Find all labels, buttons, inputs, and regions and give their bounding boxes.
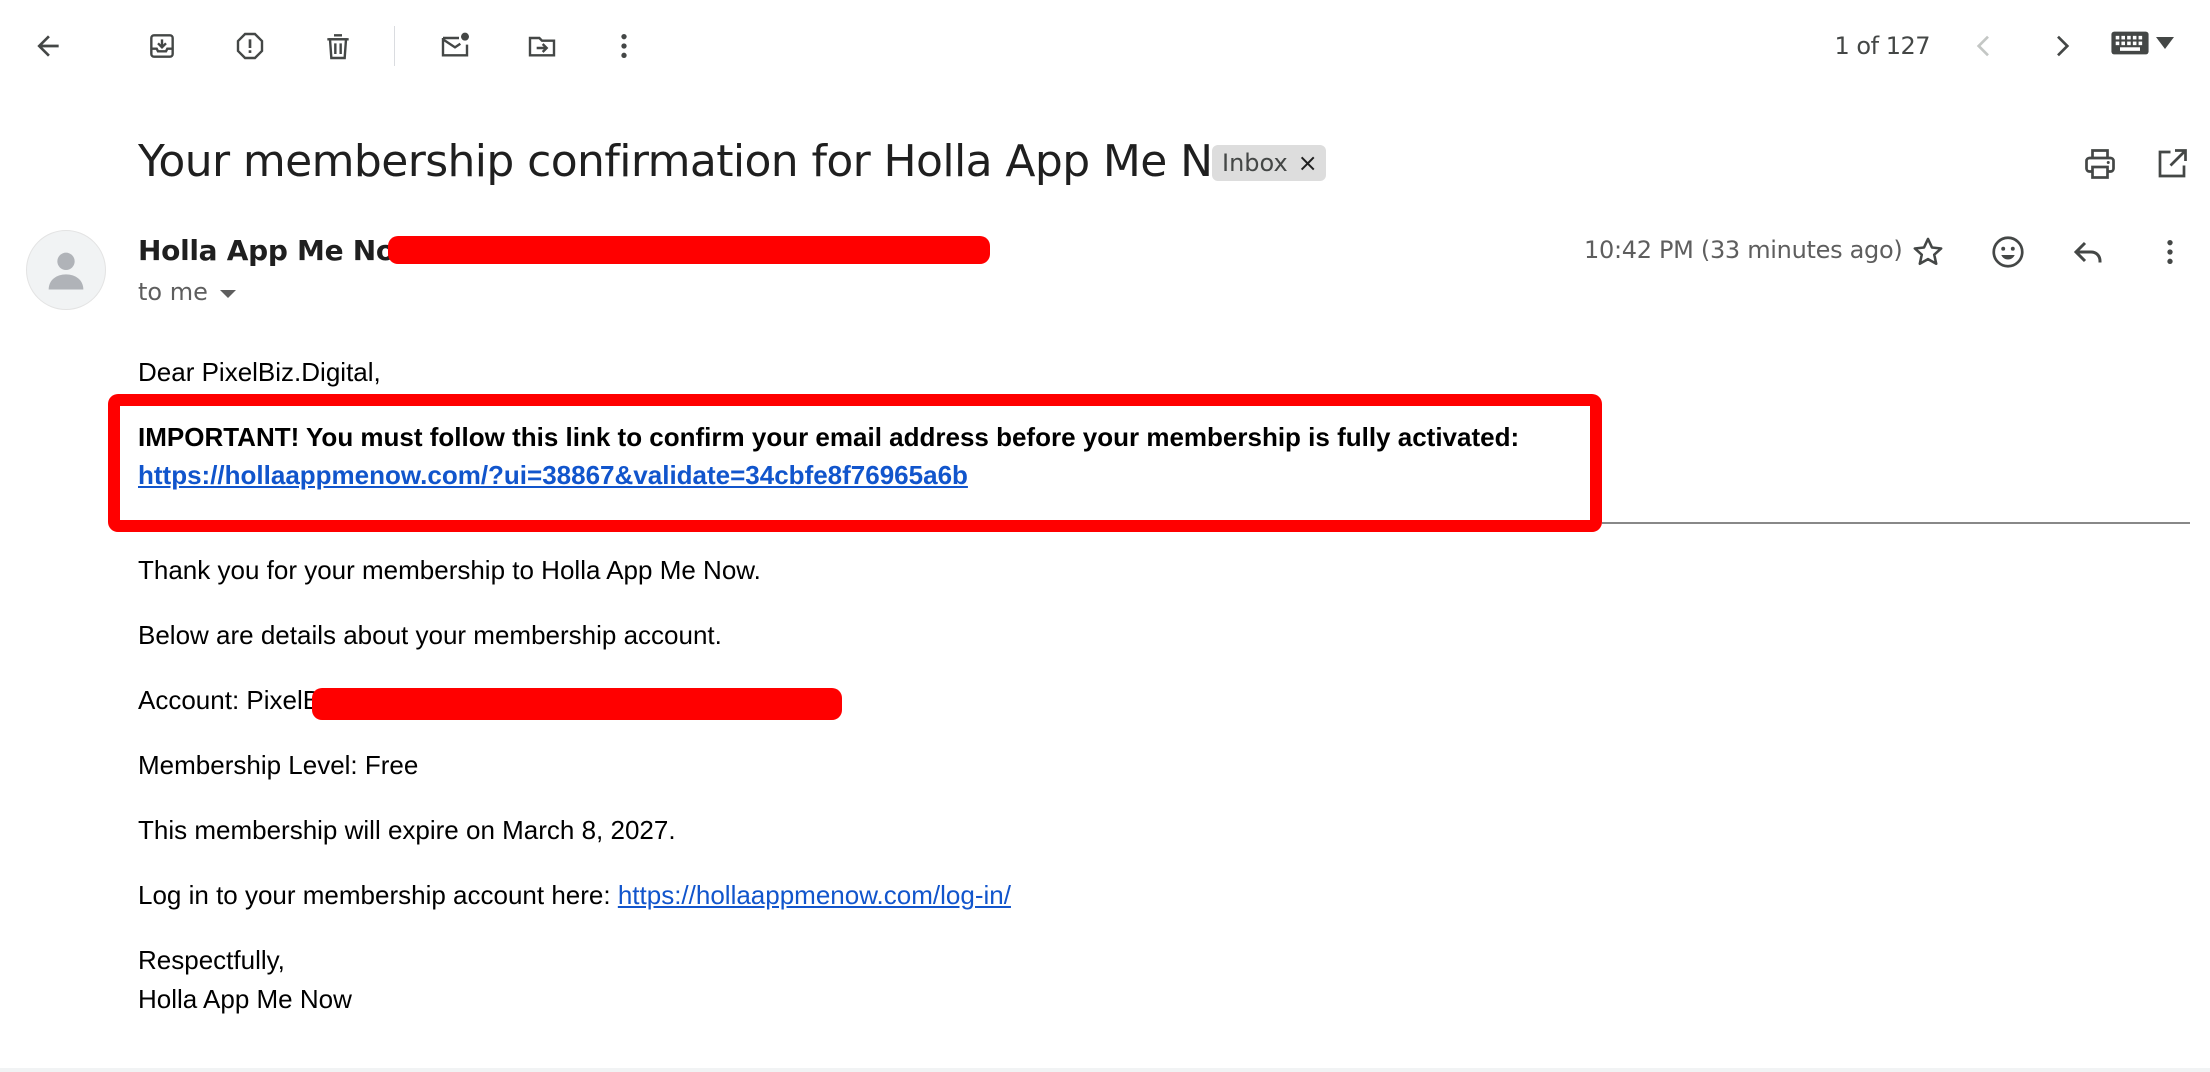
message-toolbar: 1 of 127 (0, 0, 2210, 92)
login-link[interactable]: https://hollaappmenow.com/log-in/ (618, 880, 1011, 910)
toolbar-divider (394, 26, 395, 66)
person-icon (48, 252, 84, 290)
external-link-icon (2158, 149, 2187, 178)
add-reaction-button[interactable] (1984, 228, 2032, 276)
recipient-line[interactable]: to me (138, 276, 236, 308)
chevron-down-icon (2156, 37, 2174, 49)
signoff: Respectfully, (138, 945, 285, 975)
star-icon (1913, 237, 1943, 266)
back-button[interactable] (26, 24, 70, 68)
inbox-label-chip[interactable]: Inbox × (1212, 145, 1326, 181)
sender-avatar[interactable] (26, 230, 106, 310)
email-subject: Your membership confirmation for Holla A… (138, 136, 1275, 187)
keyboard-icon (2111, 31, 2149, 55)
chevron-right-icon (2057, 35, 2070, 57)
arrow-left-icon (37, 35, 59, 57)
report-spam-button[interactable] (228, 24, 272, 68)
vertical-dots-icon (2167, 240, 2173, 264)
login-line: Log in to your membership account here: … (138, 877, 1011, 913)
archive-button[interactable] (140, 24, 184, 68)
older-button[interactable] (2040, 24, 2084, 68)
account-line: Account: PixelB (138, 685, 321, 715)
sender-name[interactable]: Holla App Me Now (138, 232, 421, 270)
report-spam-icon (236, 32, 264, 60)
delete-button[interactable] (316, 24, 360, 68)
more-actions-button[interactable] (602, 24, 646, 68)
print-button[interactable] (2078, 142, 2122, 186)
redaction-sender-email (388, 236, 990, 264)
reply-icon (2073, 241, 2102, 263)
message-more-button[interactable] (2146, 228, 2194, 276)
show-details-icon[interactable] (219, 290, 236, 298)
important-notice: IMPORTANT! You must follow this link to … (138, 422, 1520, 452)
login-prefix: Log in to your membership account here: (138, 880, 618, 910)
message-timestamp: 10:42 PM (33 minutes ago) (1584, 236, 1903, 264)
horizontal-rule (1602, 522, 2190, 524)
label-text: Inbox (1222, 149, 1288, 177)
newer-button[interactable] (1962, 24, 2006, 68)
star-button[interactable] (1904, 228, 1952, 276)
signature: Holla App Me Now (138, 984, 352, 1014)
pager-count: 1 of 127 (1834, 32, 1931, 60)
move-folder-icon (528, 36, 556, 57)
open-new-window-button[interactable] (2150, 142, 2194, 186)
confirm-email-link[interactable]: https://hollaappmenow.com/?ui=38867&vali… (138, 456, 968, 494)
printer-icon (2085, 149, 2115, 179)
chevron-left-icon (1976, 35, 1989, 57)
trash-icon (327, 34, 349, 60)
input-tools-button[interactable] (2110, 28, 2174, 58)
remove-label-icon[interactable]: × (1298, 149, 1318, 177)
mark-unread-icon (441, 32, 469, 57)
recipient-text: to me (138, 278, 208, 306)
smiley-icon (1992, 236, 2024, 268)
vertical-dots-icon (621, 34, 627, 58)
greeting: Dear PixelBiz.Digital, (138, 357, 381, 387)
expiry-line: This membership will expire on March 8, … (138, 815, 676, 845)
archive-icon (150, 34, 174, 58)
membership-level: Membership Level: Free (138, 750, 419, 780)
bottom-divider (0, 1068, 2210, 1072)
redaction-account (312, 688, 842, 720)
details-intro: Below are details about your membership … (138, 620, 722, 650)
move-to-button[interactable] (520, 24, 564, 68)
reply-button[interactable] (2064, 228, 2112, 276)
thanks-line: Thank you for your membership to Holla A… (138, 555, 761, 585)
mark-unread-button[interactable] (433, 24, 477, 68)
